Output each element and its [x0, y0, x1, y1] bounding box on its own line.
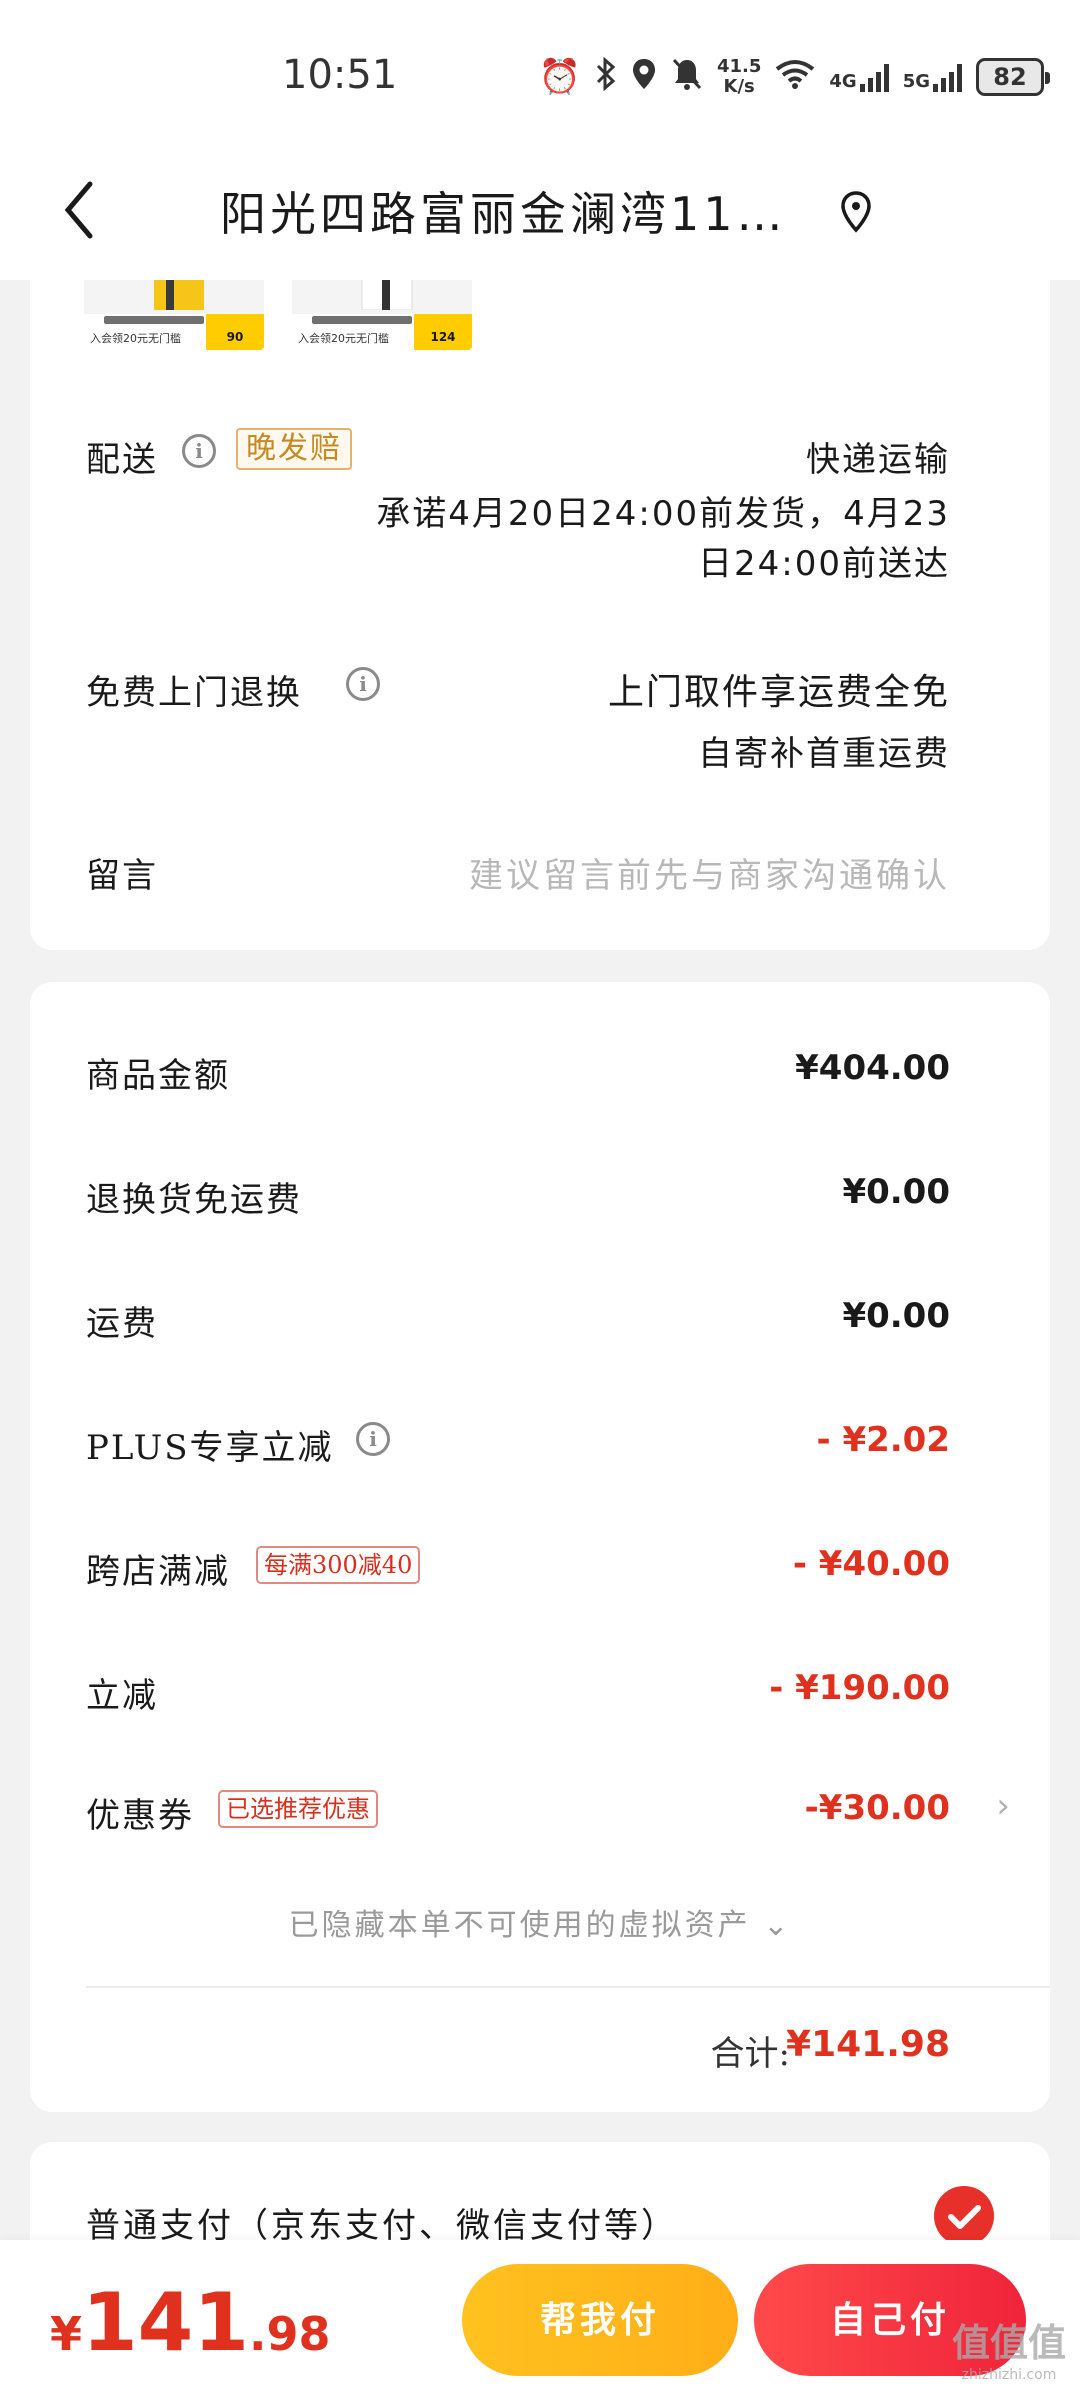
address-title[interactable]: 阳光四路富丽金澜湾11… [220, 178, 800, 244]
plus-discount-label: PLUS专享立减 [86, 1428, 334, 1468]
battery-level: 82 [993, 63, 1027, 91]
alarm-icon: ⏰ [538, 57, 581, 97]
chevron-down-icon: ⌄ [763, 1908, 792, 1943]
cross-store-label: 跨店满减 [86, 1552, 230, 1592]
delivery-card: 入会领20元无门槛 90 入会领20元无门槛 124 配送 i 晚发赔 快递运输… [30, 270, 1050, 950]
bottom-bar: ¥141.98 帮我付 自己付 值值值 zhizhizhi.com [0, 2240, 1080, 2400]
info-icon[interactable]: i [346, 667, 380, 701]
net-speed: 41.5 K/s [717, 57, 761, 97]
message-input[interactable]: 建议留言前先与商家沟通确认 [469, 848, 950, 897]
check-icon[interactable] [934, 2186, 994, 2246]
location-pin-icon[interactable] [838, 190, 874, 234]
late-compensation-tag: 晚发赔 [236, 428, 352, 470]
return-free-label: 退换货免运费 [86, 1180, 302, 1220]
hidden-assets-toggle[interactable]: 已隐藏本单不可使用的虚拟资产 ⌄ [30, 1900, 1050, 1944]
thumb-price-badge: 124 [414, 314, 472, 350]
shipping-label: 运费 [86, 1304, 158, 1344]
wifi-icon [775, 59, 815, 95]
signal-4g: 4G [829, 62, 889, 92]
total-value: ¥141.98 [786, 2024, 950, 2065]
nav-bar: 阳光四路富丽金澜湾11… [0, 150, 1080, 280]
divider [86, 1986, 1050, 1988]
signal-bars-icon [859, 62, 889, 92]
coupon-label: 优惠券 [86, 1796, 194, 1836]
info-icon[interactable]: i [356, 1422, 390, 1456]
coupon-value[interactable]: -¥30.00 [805, 1788, 950, 1828]
hidden-assets-text: 已隐藏本单不可使用的虚拟资产 [288, 1908, 751, 1943]
status-bar: 10:51 ⏰ 41.5 K/s 4G 5G 82 [0, 0, 1080, 150]
instant-discount-label: 立减 [86, 1676, 158, 1716]
message-label: 留言 [86, 856, 158, 896]
delivery-label: 配送 [86, 440, 158, 480]
bluetooth-icon [595, 56, 617, 97]
signal-5g: 5G [903, 62, 962, 92]
thumb-strip: 入会领20元无门槛 90 [84, 314, 264, 350]
signal-bars-icon [933, 62, 962, 92]
thumb-price: 124 [430, 330, 456, 344]
product-thumbnail[interactable]: 入会领20元无门槛 90 [84, 270, 264, 350]
speed-value: 41.5 [716, 56, 762, 77]
mute-bell-icon [671, 57, 703, 97]
thumb-date-bar [312, 316, 412, 324]
thumb-date-bar [104, 316, 204, 324]
free-return-pickup: 上门取件享运费全免 [607, 672, 950, 713]
watermark-text: 值值值 [951, 2321, 1066, 2365]
thumb-promo: 入会领20元无门槛 [90, 332, 181, 345]
thumb-price-badge: 90 [206, 314, 264, 350]
thumb-price: 90 [226, 330, 244, 344]
chevron-right-icon[interactable]: › [996, 1786, 1010, 1826]
cross-store-value: - ¥40.00 [792, 1544, 950, 1584]
net2-label: 5G [902, 71, 930, 92]
thumb-promo: 入会领20元无门槛 [298, 332, 389, 345]
location-icon [631, 57, 657, 97]
coupon-tag: 已选推荐优惠 [218, 1790, 378, 1828]
instant-discount-value: - ¥190.00 [769, 1668, 950, 1708]
plus-discount-value: - ¥2.02 [816, 1420, 951, 1460]
free-return-label: 免费上门退换 [86, 673, 302, 713]
info-icon[interactable]: i [182, 434, 216, 468]
delivery-promise-line1: 承诺4月20日24:00前发货，4月23 [376, 494, 950, 534]
product-thumbnail[interactable]: 入会领20元无门槛 124 [292, 270, 472, 350]
shipping-value: ¥0.00 [842, 1296, 950, 1336]
speed-unit: K/s [723, 76, 755, 97]
cross-store-tag: 每满300减40 [256, 1546, 421, 1584]
delivery-promise-line2: 日24:00前送达 [698, 544, 950, 584]
pay-currency: ¥ [50, 2307, 83, 2361]
goods-amount-value: ¥404.00 [795, 1048, 950, 1088]
total-label: 合计: [710, 2034, 790, 2074]
watermark: 值值值 zhizhizhi.com [952, 2312, 1066, 2383]
status-icons: ⏰ 41.5 K/s 4G 5G 82 [538, 52, 1050, 102]
thumb-strip: 入会领20元无门槛 124 [292, 314, 472, 350]
return-free-value: ¥0.00 [842, 1172, 950, 1212]
status-time: 10:51 [282, 52, 398, 98]
battery-icon: 82 [976, 58, 1050, 96]
pay-amount: ¥141.98 [50, 2276, 331, 2369]
help-pay-button[interactable]: 帮我付 [462, 2264, 738, 2376]
back-arrow-icon[interactable] [54, 170, 114, 250]
net1-label: 4G [829, 71, 857, 92]
free-return-self-send: 自寄补首重运费 [698, 734, 950, 774]
goods-amount-label: 商品金额 [86, 1056, 230, 1096]
pay-amount-dec: .98 [249, 2307, 331, 2361]
delivery-method[interactable]: 快递运输 [806, 432, 950, 481]
pay-amount-int: 141 [82, 2276, 250, 2369]
watermark-sub: zhizhizhi.com [961, 2367, 1057, 2383]
price-card: 商品金额 ¥404.00 退换货免运费 ¥0.00 运费 ¥0.00 PLUS专… [30, 982, 1050, 2112]
